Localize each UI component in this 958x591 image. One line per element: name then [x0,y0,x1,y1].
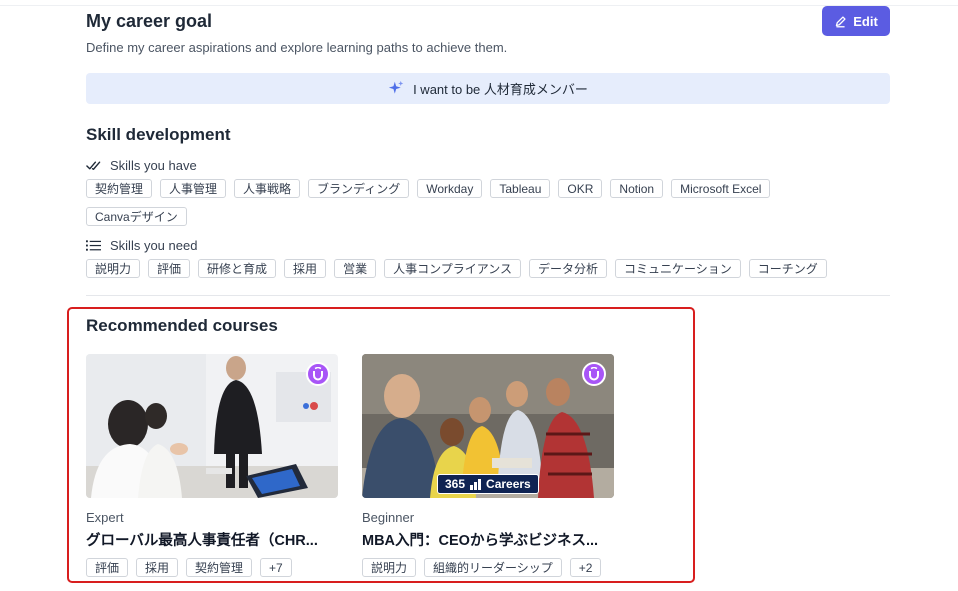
list-icon [86,240,101,251]
edit-button-label: Edit [853,13,878,29]
top-divider [0,0,958,6]
course-card[interactable]: 365 Careers Beginner MBA入門：CEOから学ぶビジネス..… [362,354,614,577]
provider-name: Careers [486,477,531,491]
provider-prefix: 365 [445,477,466,491]
course-tag: 採用 [136,558,179,577]
skill-tag: Workday [417,179,483,198]
udemy-logo-icon [313,367,323,381]
skill-tag: コーチング [748,259,827,278]
course-tags: 説明力 組織的リーダーシップ +2 [362,558,614,577]
skill-tag: 人事コンプライアンス [384,259,521,278]
skill-tag: 研修と育成 [198,259,277,278]
skill-tag: OKR [558,179,603,198]
course-tag: 説明力 [362,558,417,577]
skill-tag: 人事戦略 [234,179,301,198]
double-check-icon [86,161,101,170]
edit-button[interactable]: Edit [822,6,890,36]
section-divider [86,295,890,296]
skill-tag: コミュニケーション [615,259,741,278]
skill-tag: 人事管理 [160,179,227,198]
skills-you-have-heading: Skills you have [86,158,197,173]
career-goal-text: I want to be 人材育成メンバー [413,82,588,97]
skill-development-title: Skill development [86,125,231,144]
career-goal-banner: I want to be 人材育成メンバー [86,73,890,104]
sparkle-icon [388,80,404,94]
bar-chart-icon [470,478,482,490]
skill-tag: Tableau [490,179,551,198]
more-tags-count: +7 [260,558,292,577]
skills-you-need-label: Skills you need [110,238,198,253]
provider-logo: 365 Careers [437,474,539,494]
course-thumbnail [86,354,338,498]
pencil-icon [836,15,846,27]
course-card[interactable]: Expert グローバル最高人事責任者（CHR... 評価 採用 契約管理 +7 [86,354,338,577]
course-tag: 評価 [86,558,129,577]
meeting-photo [86,354,338,498]
provider-badge [306,362,330,386]
course-tag: 契約管理 [186,558,253,577]
skill-tag: 採用 [284,259,327,278]
recommended-courses-title: Recommended courses [86,316,278,335]
skill-tag: ブランディング [308,179,410,198]
skill-tag: 営業 [334,259,377,278]
course-tag: 組織的リーダーシップ [424,558,562,577]
course-title[interactable]: MBA入門：CEOから学ぶビジネス... [362,529,614,550]
skill-tag: Microsoft Excel [671,179,771,198]
udemy-logo-icon [589,367,599,381]
skill-tag: 評価 [148,259,191,278]
provider-badge [582,362,606,386]
course-title[interactable]: グローバル最高人事責任者（CHR... [86,529,338,550]
course-level: Expert [86,510,124,525]
skills-you-have-label: Skills you have [110,158,197,173]
skill-tag: 契約管理 [86,179,153,198]
course-level: Beginner [362,510,415,525]
course-tags: 評価 採用 契約管理 +7 [86,558,338,577]
skill-tag: Canvaデザイン [86,207,187,226]
skill-tag: 説明力 [86,259,141,278]
skills-have-row-1: 契約管理 人事管理 人事戦略 ブランディング Workday Tableau O… [86,179,771,198]
skills-need-row: 説明力 評価 研修と育成 採用 営業 人事コンプライアンス データ分析 コミュニ… [86,259,827,278]
skill-tag: Notion [610,179,664,198]
career-goal-title: My career goal [86,11,213,31]
career-goal-subtitle: Define my career aspirations and explore… [86,40,508,55]
course-thumbnail: 365 Careers [362,354,614,498]
skill-tag: データ分析 [529,259,608,278]
skills-you-need-heading: Skills you need [86,238,197,253]
more-tags-count: +2 [569,558,602,577]
skills-have-row-2: Canvaデザイン [86,207,187,226]
